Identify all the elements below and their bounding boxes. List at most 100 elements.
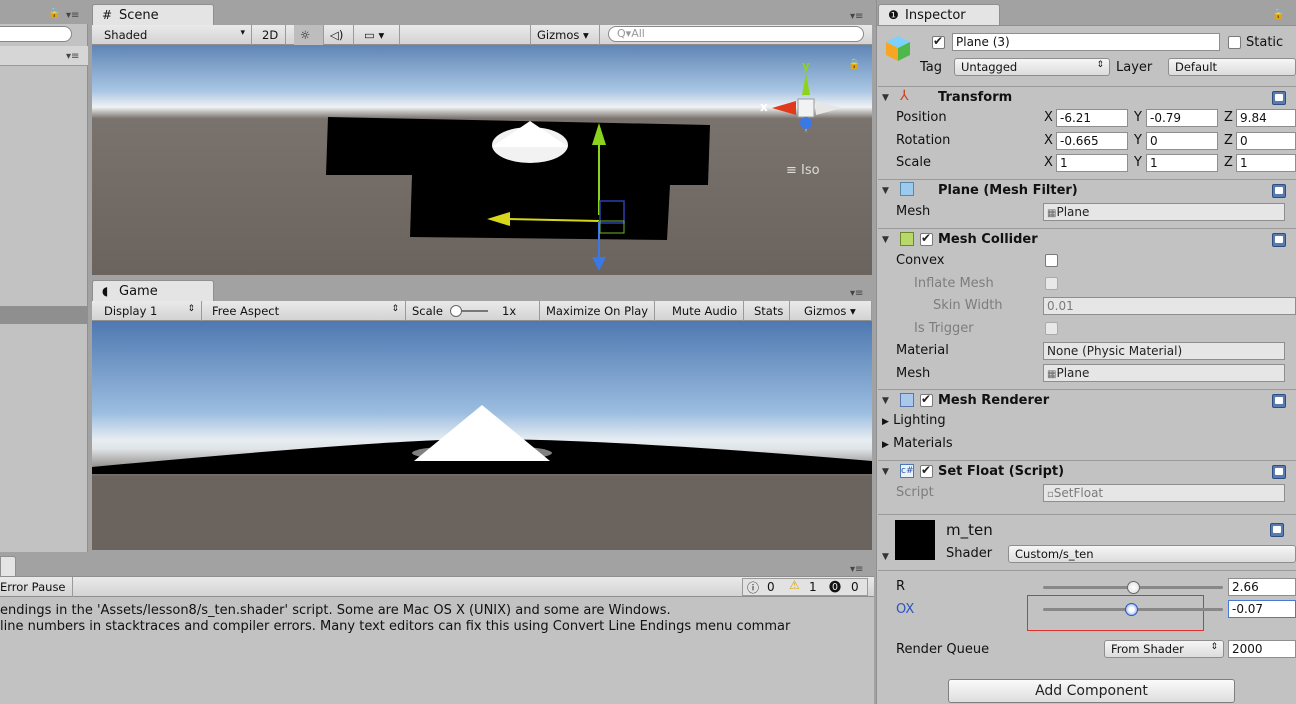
- error-icon[interactable]: ⓿: [829, 578, 841, 595]
- object-name-input[interactable]: Plane (3): [952, 33, 1220, 51]
- toggle-2d-button[interactable]: 2D: [256, 25, 286, 45]
- scale-y-label[interactable]: Y: [1134, 155, 1142, 170]
- effects-dropdown-icon[interactable]: ▭ ▾: [358, 25, 400, 45]
- foldout-arrow-icon[interactable]: ▼: [882, 235, 889, 245]
- scale-z-field[interactable]: 1: [1236, 154, 1296, 172]
- rotation-x-field[interactable]: -0.665: [1056, 132, 1128, 150]
- position-x-field[interactable]: -6.21: [1056, 109, 1128, 127]
- foldout-arrow-icon[interactable]: ▼: [882, 396, 889, 406]
- foldout-arrow-icon[interactable]: ▼: [882, 467, 889, 477]
- tab-scene[interactable]: # Scene: [92, 4, 214, 25]
- position-z-field[interactable]: 9.84: [1236, 109, 1296, 127]
- help-book-icon[interactable]: [1272, 465, 1286, 479]
- active-checkbox[interactable]: [932, 34, 945, 49]
- rot-y-label[interactable]: Y: [1134, 133, 1142, 148]
- lock-icon[interactable]: 🔒: [48, 8, 60, 19]
- help-book-icon[interactable]: [1272, 233, 1286, 247]
- static-checkbox[interactable]: [1228, 36, 1241, 49]
- shader-label: Shader: [946, 546, 993, 561]
- scale-slider[interactable]: Scale 1x: [406, 301, 540, 321]
- position-y-field[interactable]: -0.79: [1146, 109, 1218, 127]
- layer-dropdown[interactable]: Default: [1168, 58, 1296, 76]
- mesh-filter-header[interactable]: ▼ Plane (Mesh Filter): [878, 179, 1296, 201]
- scale-knob[interactable]: [450, 305, 462, 317]
- pos-y-label[interactable]: Y: [1134, 110, 1142, 125]
- hierarchy-search-input[interactable]: [0, 26, 72, 42]
- scale-x-field[interactable]: 1: [1056, 154, 1128, 172]
- r-slider-knob[interactable]: [1127, 581, 1140, 594]
- hierarchy-selected-row[interactable]: [0, 306, 88, 324]
- inspector-lock-icon[interactable]: 🔒: [1272, 9, 1284, 20]
- render-queue-dropdown[interactable]: From Shader ⇕: [1104, 640, 1224, 658]
- console-menu-icon[interactable]: ▾≡: [850, 564, 863, 575]
- help-book-icon[interactable]: [1272, 394, 1286, 408]
- aspect-dropdown[interactable]: Free Aspect ⇕: [206, 301, 406, 321]
- help-book-icon[interactable]: [1272, 184, 1286, 198]
- maximize-on-play-button[interactable]: Maximize On Play: [540, 301, 656, 321]
- scene-plane-mesh[interactable]: [92, 45, 872, 275]
- game-menu-icon[interactable]: ▾≡: [850, 288, 863, 299]
- set-float-header[interactable]: ▼ c# Set Float (Script): [878, 460, 1296, 482]
- shading-dropdown[interactable]: Shaded ▾: [92, 25, 252, 45]
- hierarchy-menu-icon[interactable]: ▾≡: [66, 51, 79, 62]
- mesh-renderer-header[interactable]: ▼ Mesh Renderer: [878, 389, 1296, 411]
- orientation-gizmo-icon[interactable]: [760, 63, 844, 143]
- projection-toggle[interactable]: ≡ Iso: [786, 163, 820, 178]
- materials-foldout[interactable]: ▶ Materials: [882, 436, 953, 451]
- scene-gizmos-dropdown[interactable]: Gizmos ▾: [530, 25, 600, 45]
- material-name: m_ten: [946, 521, 993, 539]
- tab-game[interactable]: ◖ Game: [92, 280, 214, 301]
- r-value-field[interactable]: 2.66: [1228, 578, 1296, 596]
- render-queue-field[interactable]: 2000: [1228, 640, 1296, 658]
- lighting-foldout[interactable]: ▶ Lighting: [882, 413, 946, 428]
- view-lock-icon[interactable]: 🔒: [848, 59, 860, 70]
- script-label: Script: [896, 485, 934, 500]
- pos-x-label[interactable]: X: [1044, 110, 1053, 125]
- audio-toggle-icon[interactable]: ◁): [324, 25, 354, 45]
- rotation-z-field[interactable]: 0: [1236, 132, 1296, 150]
- mesh-filter-mesh-field[interactable]: ▦Plane: [1043, 203, 1285, 221]
- scale-x-label[interactable]: X: [1044, 155, 1053, 170]
- mesh-renderer-enabled-checkbox[interactable]: [920, 392, 933, 407]
- add-component-button[interactable]: Add Component: [948, 679, 1235, 703]
- scale-z-label[interactable]: Z: [1224, 155, 1233, 170]
- mesh-collider-header[interactable]: ▼ Mesh Collider: [878, 228, 1296, 250]
- stats-button[interactable]: Stats: [748, 301, 791, 321]
- mesh-collider-mesh-field[interactable]: ▦Plane: [1043, 364, 1285, 382]
- error-pause-button[interactable]: Error Pause: [0, 577, 73, 597]
- rot-z-label[interactable]: Z: [1224, 133, 1233, 148]
- mute-audio-button[interactable]: Mute Audio: [666, 301, 745, 321]
- set-float-enabled-checkbox[interactable]: [920, 463, 933, 478]
- scale-y-field[interactable]: 1: [1146, 154, 1218, 172]
- ox-value-field[interactable]: -0.07: [1228, 600, 1296, 618]
- pos-z-label[interactable]: Z: [1224, 110, 1233, 125]
- help-book-icon[interactable]: [1272, 91, 1286, 105]
- display-dropdown[interactable]: Display 1 ⇕: [92, 301, 202, 321]
- lighting-toggle-icon[interactable]: ☼: [294, 25, 324, 45]
- script-field: ▫SetFloat: [1043, 484, 1285, 502]
- rotation-y-field[interactable]: 0: [1146, 132, 1218, 150]
- rot-x-label[interactable]: X: [1044, 133, 1053, 148]
- scene-search-input[interactable]: Q▾All: [608, 26, 864, 42]
- scene-menu-icon[interactable]: ▾≡: [850, 11, 863, 22]
- warning-icon[interactable]: ⚠: [789, 578, 800, 592]
- info-icon[interactable]: ⓘ: [747, 579, 759, 596]
- transform-header[interactable]: ▼ ⅄ Transform: [878, 86, 1296, 108]
- help-book-icon[interactable]: [1270, 523, 1284, 537]
- scene-viewport[interactable]: y x 🔒 ≡ Iso: [92, 45, 872, 275]
- foldout-right-icon: ▶: [882, 417, 889, 427]
- shader-dropdown[interactable]: Custom/s_ten: [1008, 545, 1296, 563]
- foldout-arrow-icon[interactable]: ▼: [882, 93, 889, 103]
- tag-dropdown[interactable]: Untagged ⇕: [954, 58, 1110, 76]
- game-viewport[interactable]: [92, 321, 872, 550]
- panel-menu-icon[interactable]: ▾≡: [66, 10, 79, 21]
- mesh-collider-enabled-checkbox[interactable]: [920, 231, 933, 246]
- physic-material-field[interactable]: None (Physic Material): [1043, 342, 1285, 360]
- convex-checkbox[interactable]: [1045, 254, 1058, 267]
- console-tab-stub[interactable]: [0, 556, 16, 577]
- material-foldout-icon[interactable]: ▼: [882, 552, 889, 562]
- tab-inspector[interactable]: ❶ Inspector: [878, 4, 1000, 25]
- foldout-arrow-icon[interactable]: ▼: [882, 186, 889, 196]
- game-gizmos-dropdown[interactable]: Gizmos ▾: [798, 301, 872, 321]
- console-log-entry[interactable]: endings in the 'Assets/lesson8/s_ten.sha…: [0, 603, 874, 635]
